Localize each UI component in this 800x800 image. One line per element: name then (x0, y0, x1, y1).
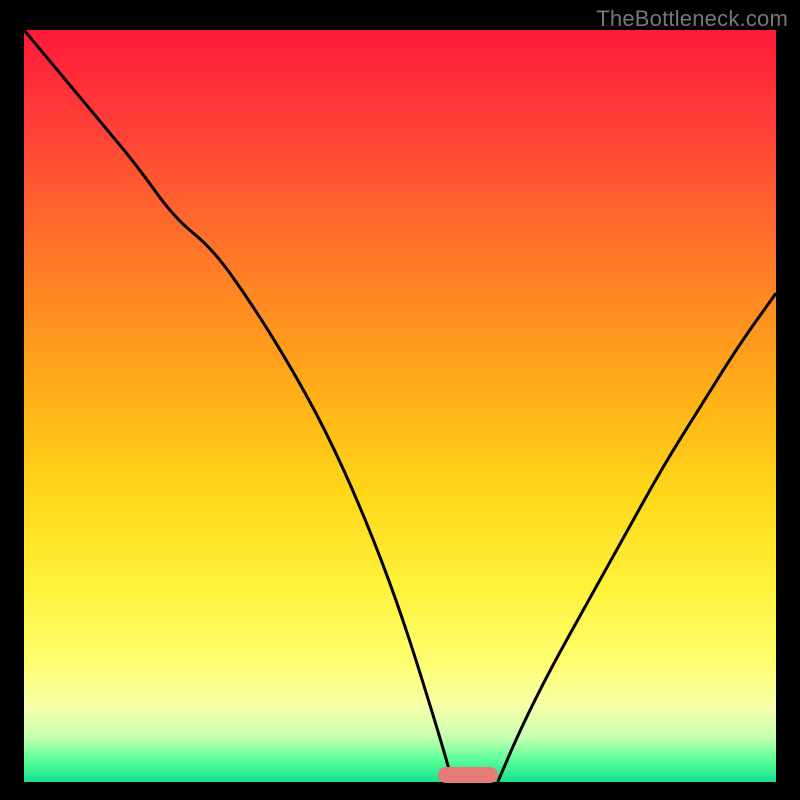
optimal-range-marker (438, 767, 498, 783)
bottleneck-curve (24, 30, 776, 782)
gradient-plot-area (24, 30, 776, 782)
curve-right-path (498, 293, 776, 782)
chart-frame: TheBottleneck.com (0, 0, 800, 800)
watermark-text: TheBottleneck.com (596, 6, 788, 32)
curve-left-path (24, 30, 453, 782)
